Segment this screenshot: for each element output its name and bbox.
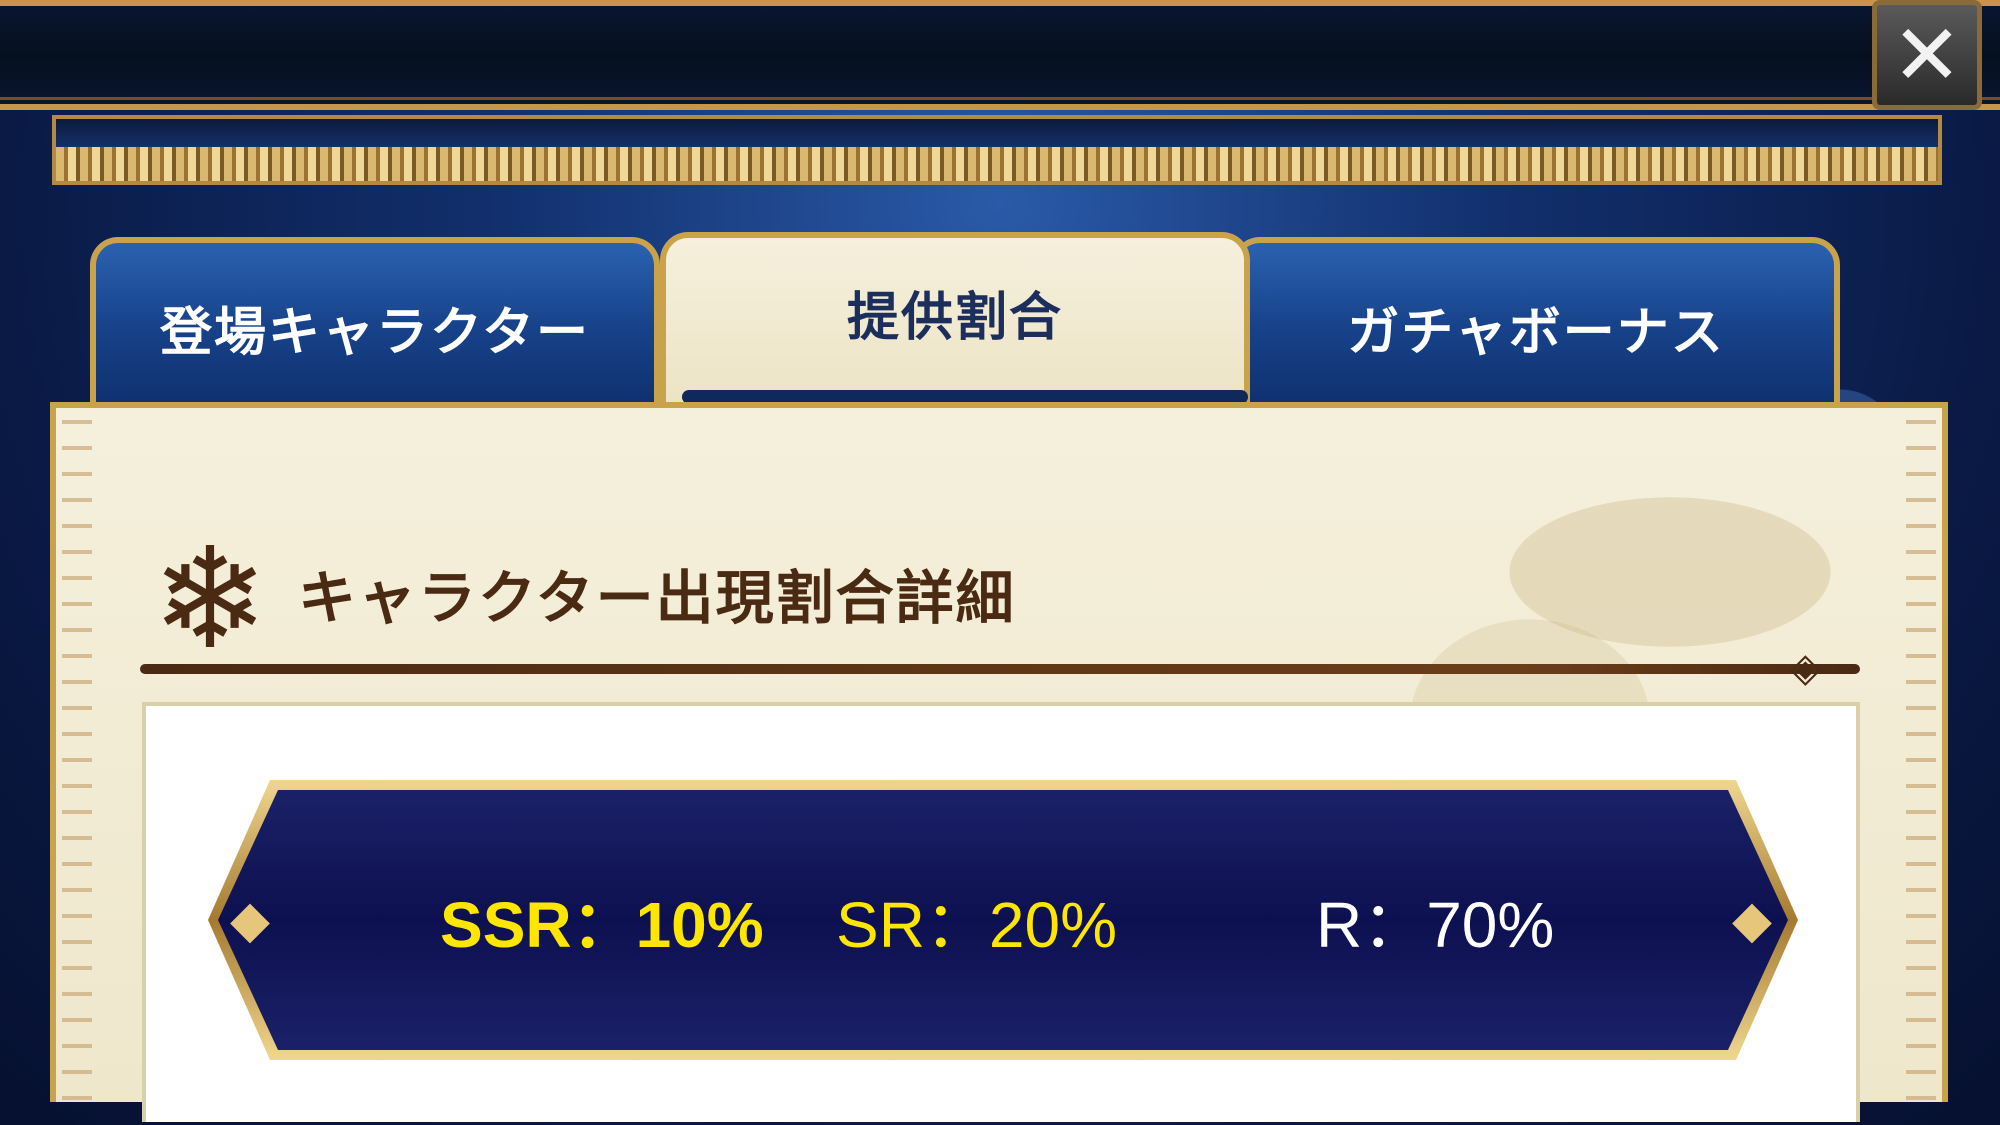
banner-right-ornament-icon: ◆ [1732,890,1772,950]
section-title: キャラクター出現割合詳細 [298,564,1016,632]
rate-sr: SR：20% [836,889,1117,961]
close-icon: ✕ [1891,6,1963,104]
tab-featured-characters[interactable]: 登場キャラクター [90,237,660,412]
panel-edge-decoration-left [62,420,92,1110]
tab-label: ガチャボーナス [1347,303,1725,363]
rate-ssr: SSR：10% [440,889,764,961]
section-divider [140,664,1860,674]
divider-end-ornament-icon: ◈ [1790,645,1821,691]
panel-edge-decoration-right [1906,420,1936,1110]
banner-left-ornament-icon: ◆ [230,890,270,950]
rate-r: R：70% [1316,889,1555,961]
tab-label: 登場キャラクター [160,303,590,363]
tab-gacha-bonus[interactable]: ガチャボーナス [1232,237,1840,412]
snowflake-ornament-icon: ❄ [151,518,269,681]
close-button[interactable]: ✕ [1872,0,1982,110]
tab-label: 提供割合 [846,288,1063,348]
ornate-frame-border [52,115,1942,185]
top-bar [0,0,2000,110]
